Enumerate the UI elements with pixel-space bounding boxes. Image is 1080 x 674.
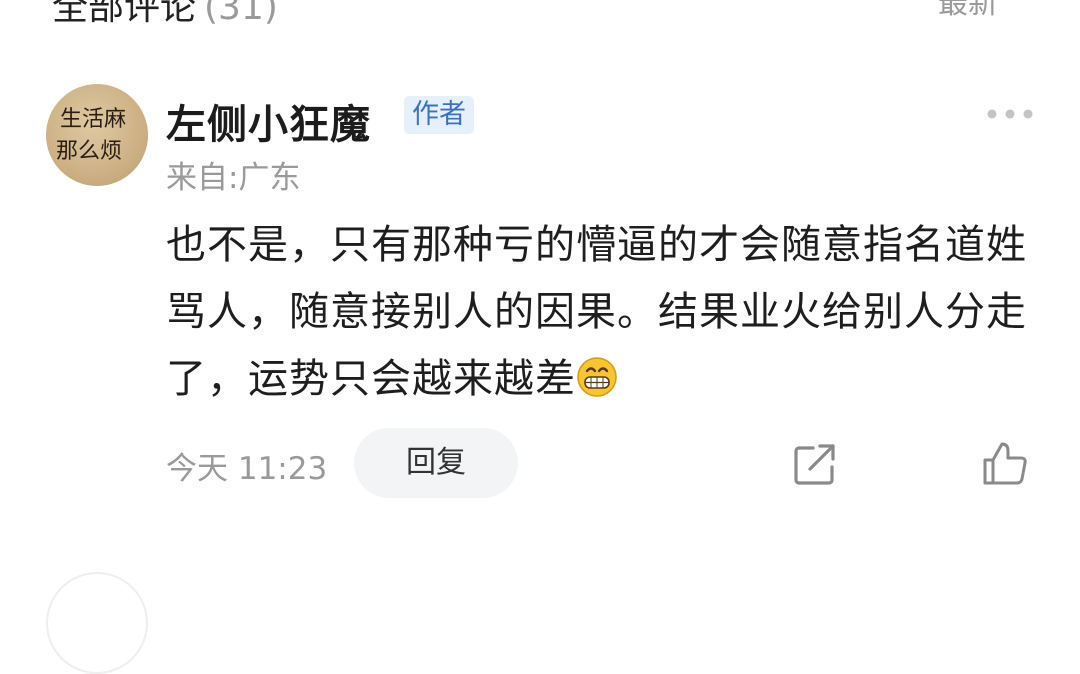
reply-button[interactable]: 回复 xyxy=(354,428,518,498)
share-icon[interactable] xyxy=(793,442,839,486)
grinning-face-emoji-icon xyxy=(577,357,617,397)
next-comment-avatar[interactable] xyxy=(46,572,148,674)
thumbs-up-icon[interactable] xyxy=(981,440,1029,486)
location-label: 来自:广东 xyxy=(166,160,301,196)
comment-timestamp: 今天 11:23 xyxy=(166,451,328,487)
author-name[interactable]: 左侧小狂魔 xyxy=(166,92,371,150)
avatar-text-line1: 生活麻 xyxy=(60,107,126,132)
comment-item: 生活麻 那么烦 左侧小狂魔 作者 来自:广东 也不是，只有那种亏的懵逼的才会随意… xyxy=(0,0,1080,674)
avatar-calligraphy-image: 生活麻 那么烦 xyxy=(56,107,126,164)
author-badge: 作者 xyxy=(404,96,474,134)
avatar-text-line2: 那么烦 xyxy=(56,139,122,164)
more-dots-icon[interactable] xyxy=(986,106,1034,122)
comment-body: 也不是，只有那种亏的懵逼的才会随意指名道姓骂人，随意接别人的因果。结果业火给别人… xyxy=(166,212,1036,413)
avatar[interactable]: 生活麻 那么烦 xyxy=(46,84,148,186)
